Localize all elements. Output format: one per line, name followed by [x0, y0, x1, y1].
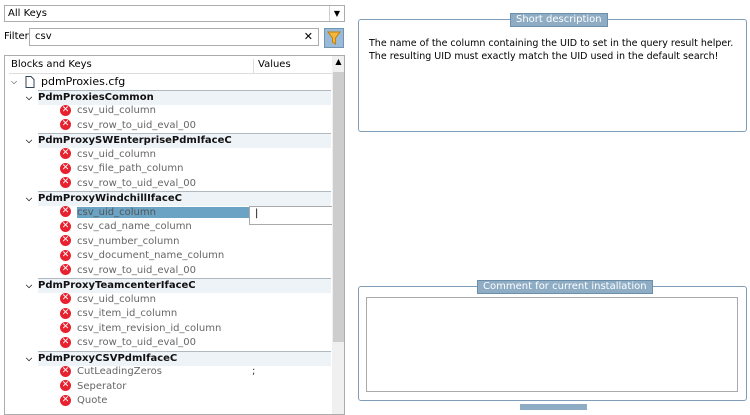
- block-label: PdmProxiesCommon: [38, 91, 154, 103]
- tree-key[interactable]: ✕ csv_cad_name_column: [60, 220, 192, 234]
- key-label: csv_row_to_uid_eval_00: [77, 337, 197, 348]
- comment-panel: Comment for current installation: [358, 280, 747, 401]
- tree-key[interactable]: ✕ csv_row_to_uid_eval_00: [60, 177, 196, 191]
- key-label: csv_row_to_uid_eval_00: [77, 264, 197, 276]
- tree-block[interactable]: ⌵ PdmProxyTeamcenterIfaceC: [26, 278, 331, 293]
- key-label: Quote: [77, 395, 108, 406]
- tree-key[interactable]: ✕ csv_file_path_column: [60, 162, 183, 176]
- tree-key[interactable]: ✕ CutLeadingZeros;: [60, 365, 255, 379]
- tree-key[interactable]: ✕ csv_uid_column: [60, 104, 156, 118]
- filter-input[interactable]: csv ✕: [29, 28, 319, 46]
- error-icon: ✕: [60, 104, 71, 116]
- chevron-down-icon[interactable]: ▼: [329, 6, 344, 21]
- key-label: csv_number_column: [77, 235, 180, 247]
- tree-key[interactable]: ✕ Quote: [60, 394, 107, 408]
- tree-key[interactable]: ✕ csv_row_to_uid_eval_00: [60, 264, 196, 278]
- chevron-down-icon[interactable]: ⌵: [26, 91, 32, 105]
- key-label: csv_row_to_uid_eval_00: [77, 177, 197, 189]
- error-icon: ✕: [60, 307, 71, 319]
- root-label: pdmProxies.cfg: [41, 75, 126, 88]
- scrollbar-thumb[interactable]: [333, 72, 344, 342]
- error-icon: ✕: [60, 235, 71, 246]
- chevron-down-icon[interactable]: ⌵: [11, 75, 17, 89]
- tree-key[interactable]: ✕ csv_uid_column: [60, 293, 156, 307]
- filter-value: csv: [35, 31, 52, 42]
- error-icon: ✕: [60, 264, 71, 275]
- error-icon: ✕: [60, 249, 71, 261]
- error-icon: ✕: [60, 322, 71, 333]
- comment-textarea[interactable]: [366, 297, 738, 392]
- tree-header: Blocks and Keys Values: [9, 58, 335, 74]
- short-description-text: The name of the column containing the UI…: [369, 38, 734, 62]
- key-label: csv_uid_column: [77, 105, 156, 116]
- clear-icon[interactable]: ✕: [304, 30, 313, 43]
- keys-tree[interactable]: Blocks and Keys Values ⌵ pdmProxies.cfg ⌵ P…: [4, 55, 345, 415]
- funnel-icon: [327, 31, 341, 45]
- key-label: csv_file_path_column: [77, 163, 184, 174]
- value-edit-input[interactable]: |: [249, 205, 333, 225]
- chevron-down-icon[interactable]: ⌵: [26, 134, 32, 148]
- key-label: Seperator: [77, 380, 127, 392]
- key-label: csv_cad_name_column: [77, 221, 192, 232]
- key-label: csv_uid_column: [77, 206, 266, 218]
- error-icon: ✕: [60, 148, 71, 159]
- error-icon: ✕: [60, 162, 71, 174]
- error-icon: ✕: [60, 220, 71, 232]
- chevron-down-icon[interactable]: ⌵: [26, 279, 32, 293]
- tree-key[interactable]: ✕ Seperator: [60, 380, 126, 394]
- tree-key[interactable]: ✕ csv_uid_column: [60, 148, 156, 162]
- column-header-keys[interactable]: Blocks and Keys: [11, 59, 92, 70]
- vertical-scrollbar[interactable]: ▲: [332, 56, 344, 414]
- error-icon: ✕: [60, 394, 71, 406]
- error-icon: ✕: [60, 206, 71, 217]
- key-label: CutLeadingZeros: [77, 366, 162, 377]
- dropdown-value: All Keys: [8, 8, 47, 19]
- scroll-up-icon[interactable]: ▲: [332, 57, 344, 66]
- key-label: csv_item_revision_id_column: [77, 322, 222, 334]
- short-description-title: Short description: [510, 13, 608, 27]
- tree-block[interactable]: ⌵ PdmProxyWindchillIfaceC: [26, 191, 331, 206]
- key-label: csv_uid_column: [77, 293, 156, 305]
- chevron-down-icon[interactable]: ⌵: [26, 352, 32, 366]
- save-button[interactable]: [520, 404, 587, 410]
- error-icon: ✕: [60, 336, 71, 348]
- filter-label: Filter: [4, 31, 29, 42]
- block-label: PdmProxyCSVPdmIfaceC: [38, 352, 178, 364]
- comment-title: Comment for current installation: [477, 280, 653, 294]
- block-label: PdmProxyTeamcenterIfaceC: [38, 280, 196, 291]
- key-label: csv_document_name_column: [77, 250, 225, 261]
- block-label: PdmProxyWindchillIfaceC: [38, 193, 182, 204]
- error-icon: ✕: [60, 177, 71, 188]
- tree-block[interactable]: ⌵ PdmProxySWEnterprisePdmIfaceC: [26, 133, 331, 148]
- tree-key[interactable]: ✕ csv_item_revision_id_column: [60, 322, 221, 336]
- key-filter-dropdown[interactable]: All Keys ▼: [4, 5, 345, 22]
- short-description-panel: Short description The name of the column…: [358, 13, 747, 132]
- tree-block[interactable]: ⌵ PdmProxyCSVPdmIfaceC: [26, 350, 331, 366]
- error-icon: ✕: [60, 119, 71, 130]
- error-icon: ✕: [60, 293, 71, 304]
- error-icon: ✕: [60, 380, 71, 391]
- key-label: csv_item_id_column: [77, 308, 178, 319]
- tree-key[interactable]: ✕ csv_document_name_column: [60, 249, 224, 263]
- file-icon: [25, 76, 35, 88]
- tree-root[interactable]: ⌵ pdmProxies.cfg: [11, 75, 126, 89]
- tree-key[interactable]: ✕ csv_number_column: [60, 235, 179, 249]
- chevron-down-icon[interactable]: ⌵: [26, 192, 32, 206]
- key-label: csv_uid_column: [77, 148, 156, 160]
- block-label: PdmProxySWEnterprisePdmIfaceC: [38, 135, 232, 146]
- key-value: ;: [252, 366, 256, 377]
- tree-key[interactable]: ✕ csv_row_to_uid_eval_00: [60, 336, 196, 350]
- filter-button[interactable]: [324, 28, 344, 48]
- column-header-values[interactable]: Values: [253, 59, 291, 73]
- error-icon: ✕: [60, 365, 71, 377]
- tree-key[interactable]: ✕ csv_row_to_uid_eval_00: [60, 119, 196, 133]
- tree-key[interactable]: ✕ csv_item_id_column: [60, 307, 177, 321]
- key-label: csv_row_to_uid_eval_00: [77, 119, 197, 131]
- tree-key[interactable]: ✕ csv_uid_column: [60, 206, 266, 220]
- tree-block[interactable]: ⌵ PdmProxiesCommon: [26, 89, 331, 105]
